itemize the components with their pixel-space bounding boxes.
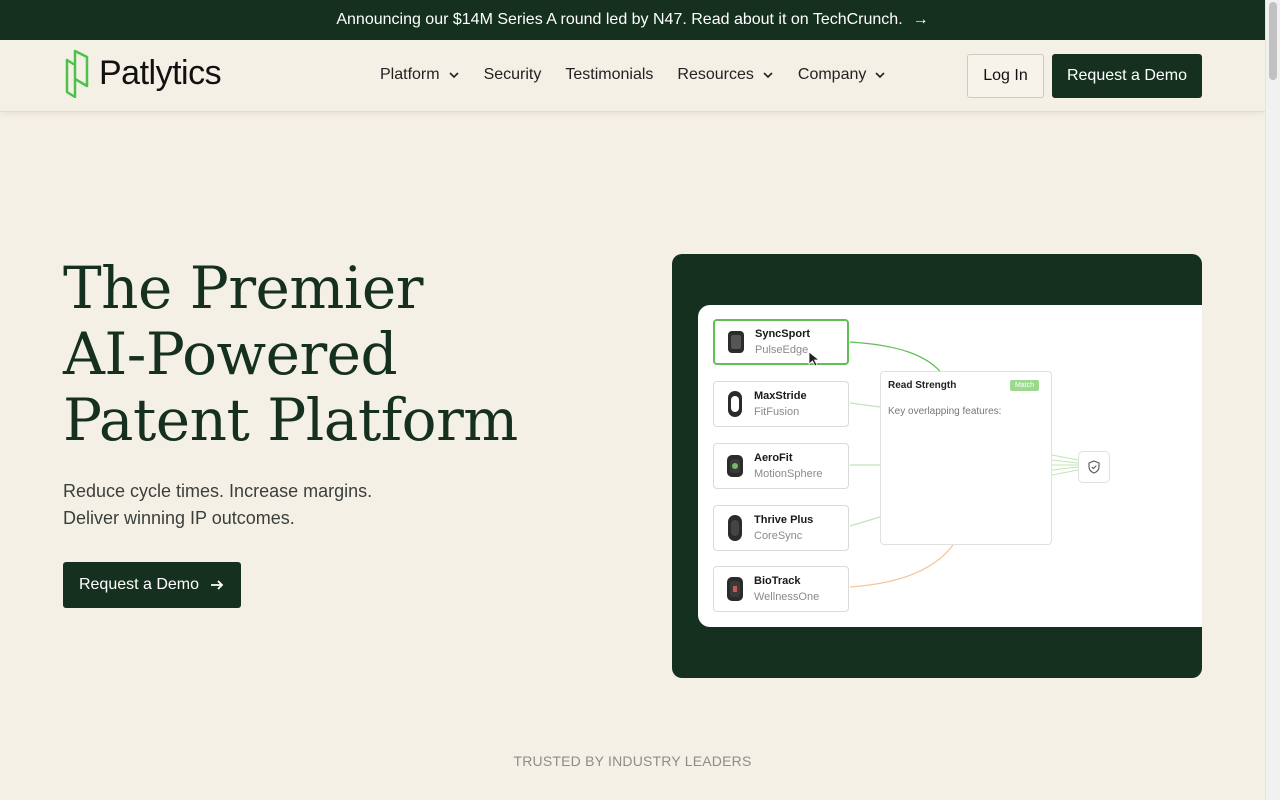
nav-label: Company <box>797 66 867 83</box>
nav-resources[interactable]: Resources <box>677 66 773 84</box>
hero-title: The Premier AI-Powered Patent Platform <box>63 255 518 453</box>
patlytics-logo-icon <box>65 49 89 98</box>
arrow-right-icon <box>211 580 224 590</box>
announcement-text[interactable]: Announcing our $14M Series A round led b… <box>336 11 902 29</box>
main-nav: Platform Security Testimonials Resources… <box>380 66 886 84</box>
product-card[interactable]: SyncSport PulseEdge <box>713 319 849 365</box>
nav-label: Testimonials <box>565 66 654 83</box>
hero-subtitle-line: Deliver winning IP outcomes. <box>63 508 295 528</box>
nav-label: Security <box>483 66 542 83</box>
chevron-down-icon <box>875 72 885 79</box>
site-header: Patlytics Platform Security Testimonials… <box>0 40 1265 112</box>
trusted-by-label: TRUSTED BY INDUSTRY LEADERS <box>513 753 752 769</box>
announcement-bar[interactable]: Announcing our $14M Series A round led b… <box>0 0 1265 40</box>
hero-title-line: The Premier <box>63 254 423 322</box>
logo[interactable]: Patlytics <box>63 48 222 98</box>
request-demo-button[interactable]: Request a Demo <box>1052 54 1202 98</box>
hero-title-line: AI-Powered <box>63 320 398 388</box>
arrow-right-icon: → <box>912 11 929 28</box>
nav-platform[interactable]: Platform <box>380 66 460 84</box>
shield-icon <box>1078 451 1110 483</box>
product-name: Thrive Plus <box>754 514 814 526</box>
smartwatch-icon <box>727 455 743 477</box>
detail-key-label: Key overlapping features: <box>888 406 1002 417</box>
product-company: WellnessOne <box>754 591 820 603</box>
match-detail-card: Read Strength Match Key overlapping feat… <box>880 371 1052 545</box>
product-card[interactable]: BioTrack WellnessOne <box>713 566 849 612</box>
chevron-down-icon <box>763 72 773 79</box>
scrollbar[interactable] <box>1265 0 1280 800</box>
hero-title-line: Patent Platform <box>63 386 518 454</box>
product-illustration: SyncSport PulseEdge MaxStride FitFusion … <box>672 254 1202 678</box>
illustration-canvas: SyncSport PulseEdge MaxStride FitFusion … <box>698 305 1202 627</box>
nav-company[interactable]: Company <box>798 66 886 84</box>
smartwatch-icon <box>727 577 743 601</box>
brand-name: Patlytics <box>99 53 222 92</box>
nav-label: Platform <box>380 66 440 83</box>
smartwatch-icon <box>728 515 742 541</box>
product-company: FitFusion <box>754 406 800 418</box>
hero-subtitle-line: Reduce cycle times. Increase margins. <box>63 481 373 501</box>
chevron-down-icon <box>449 72 459 79</box>
hero-cta-label: Request a Demo <box>78 576 200 593</box>
hero-request-demo-button[interactable]: Request a Demo <box>63 562 241 608</box>
smartwatch-icon <box>728 391 742 417</box>
product-name: MaxStride <box>754 390 807 402</box>
smartwatch-icon <box>728 331 744 353</box>
detail-title: Read Strength <box>888 380 957 391</box>
product-card[interactable]: MaxStride FitFusion <box>713 381 849 427</box>
product-company: CoreSync <box>754 530 803 542</box>
product-card[interactable]: Thrive Plus CoreSync <box>713 505 849 551</box>
nav-label: Resources <box>677 66 754 83</box>
product-name: AeroFit <box>754 452 793 464</box>
hero-subtitle: Reduce cycle times. Increase margins. De… <box>63 478 372 532</box>
product-name: BioTrack <box>754 575 801 587</box>
product-name: SyncSport <box>755 328 811 340</box>
login-button[interactable]: Log In <box>967 54 1044 98</box>
cursor-icon <box>808 351 821 367</box>
nav-security[interactable]: Security <box>484 66 542 84</box>
product-card[interactable]: AeroFit MotionSphere <box>713 443 849 489</box>
match-badge: Match <box>1009 380 1039 391</box>
scrollbar-thumb[interactable] <box>1269 2 1277 80</box>
product-company: MotionSphere <box>754 468 823 480</box>
product-company: PulseEdge <box>755 344 809 356</box>
nav-testimonials[interactable]: Testimonials <box>565 66 653 84</box>
